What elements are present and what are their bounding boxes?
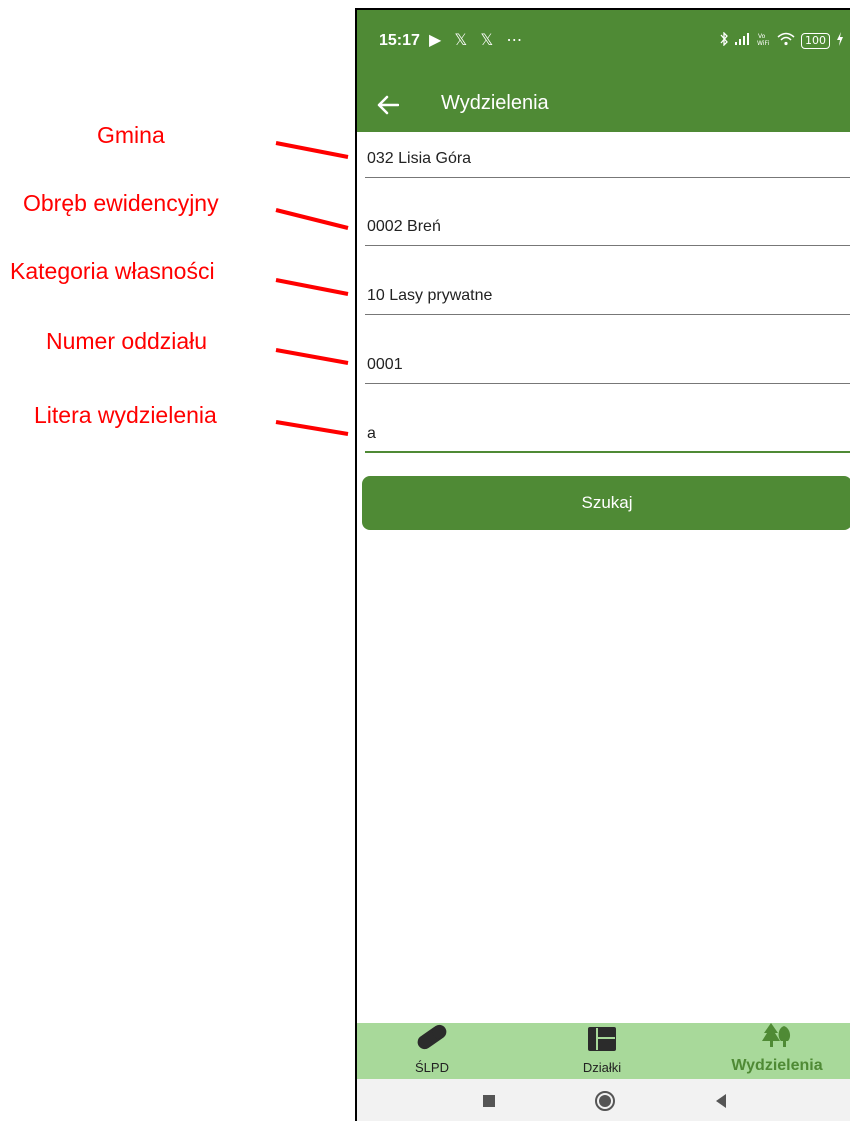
signal-icon [735, 33, 751, 48]
phone-screen: 15:17 ▶ 𝕏 𝕏 ⋯ Vo WiFi 100 Wydzielenia 03… [355, 8, 850, 1121]
kategoria-field[interactable]: 10 Lasy prywatne [365, 271, 850, 315]
nav-label-slpd: ŚLPD [415, 1060, 449, 1075]
nav-item-dzialki[interactable]: Działki [557, 1023, 647, 1079]
numer-oddzialu-field[interactable]: 0001 [365, 340, 850, 384]
field-underline [365, 314, 850, 315]
triangle-back-icon [716, 1094, 726, 1108]
battery-icon: 100 [801, 32, 830, 49]
kategoria-value: 10 Lasy prywatne [367, 287, 493, 304]
back-system-button[interactable] [709, 1089, 733, 1113]
trees-icon [760, 1021, 794, 1053]
arrow-left-icon [377, 95, 399, 115]
field-underline [365, 177, 850, 178]
svg-text:Vo: Vo [758, 33, 766, 40]
pointer-obreb [275, 208, 349, 230]
status-time: 15:17 [379, 32, 420, 49]
app-title: Wydzielenia [441, 92, 549, 114]
notification-icons: ▶ 𝕏 𝕏 ⋯ [429, 30, 527, 49]
obreb-value: 0002 Breń [367, 218, 441, 235]
vowifi-icon: Vo WiFi [757, 32, 771, 49]
nav-item-wydzielenia[interactable]: Wydzielenia [707, 1023, 847, 1079]
charging-icon [836, 32, 844, 49]
pointer-numer [275, 348, 349, 365]
obreb-field[interactable]: 0002 Breń [365, 202, 850, 246]
bluetooth-icon [719, 31, 729, 49]
pointer-kategoria [275, 278, 349, 296]
map-grid-icon [587, 1026, 617, 1056]
home-button[interactable] [593, 1089, 617, 1113]
status-icons: Vo WiFi 100 [719, 31, 844, 49]
gmina-value: 032 Lisia Góra [367, 150, 472, 167]
annotation-pointers [275, 141, 349, 436]
field-underline [365, 245, 850, 246]
nav-label-dzialki: Działki [582, 1060, 622, 1075]
field-underline-focused [365, 451, 850, 453]
binoculars-icon [414, 1022, 450, 1056]
pointer-gmina [275, 141, 349, 159]
circle-icon [595, 1091, 615, 1111]
field-underline [365, 383, 850, 384]
numer-oddzialu-value: 0001 [367, 356, 403, 373]
litera-value: a [367, 425, 376, 442]
litera-field[interactable]: a [365, 409, 850, 453]
recents-button[interactable] [477, 1089, 501, 1113]
search-button[interactable]: Szukaj [362, 476, 850, 530]
wifi-icon [777, 32, 795, 49]
system-navigation-bar [357, 1079, 850, 1121]
svg-text:WiFi: WiFi [757, 40, 769, 46]
pointer-litera [275, 420, 349, 436]
gmina-field[interactable]: 032 Lisia Góra [365, 134, 850, 178]
status-bar: 15:17 ▶ 𝕏 𝕏 ⋯ Vo WiFi 100 [357, 10, 850, 78]
back-button[interactable] [371, 88, 405, 122]
bottom-navigation: ŚLPD Działki Wydzielenia [357, 1023, 850, 1079]
nav-label-wydzielenia: Wydzielenia [731, 1057, 823, 1074]
app-bar: Wydzielenia [357, 78, 850, 132]
nav-item-slpd[interactable]: ŚLPD [387, 1023, 477, 1079]
square-icon [483, 1095, 495, 1107]
